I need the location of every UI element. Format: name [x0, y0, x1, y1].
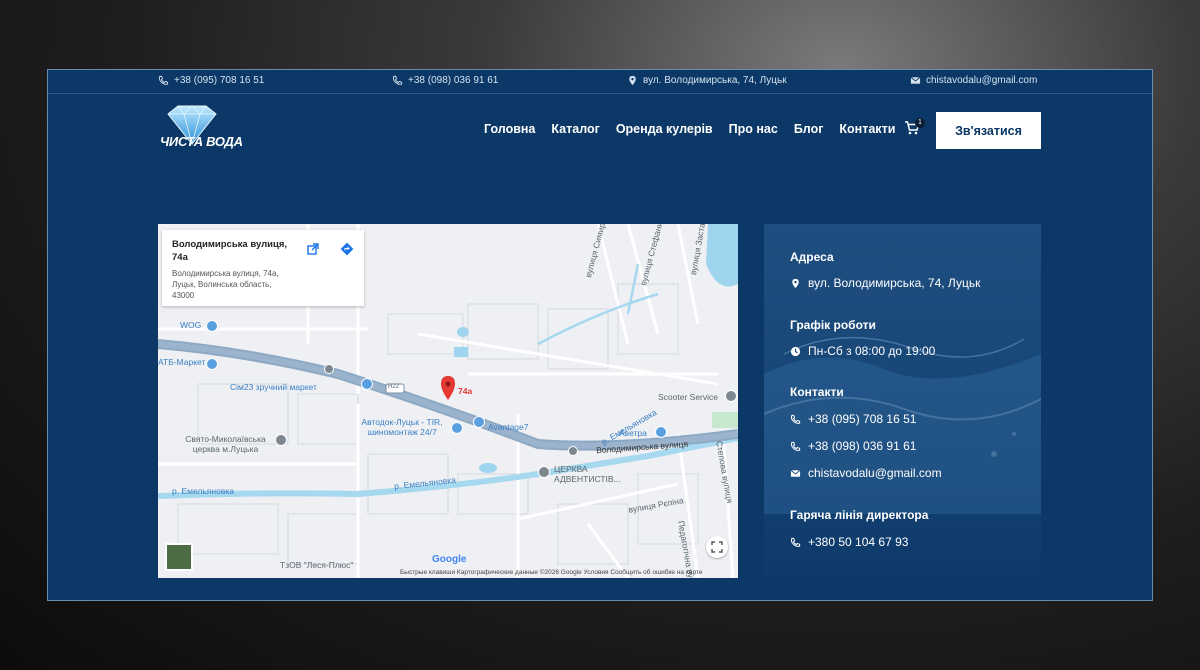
map-label-scooter: Scooter Service [658, 392, 718, 402]
topbar-email-text: chistavodalu@gmail.com [926, 75, 1038, 86]
map-attribution[interactable]: Быстрые клавиши Картографические данные … [400, 569, 702, 576]
google-map[interactable]: WOG АТБ-Маркет Сім23 зручний маркет Авто… [158, 224, 738, 578]
bus-stop-icon[interactable] [324, 364, 334, 374]
map-label-wog: WOG [180, 320, 202, 330]
nav-item-blog[interactable]: Блог [794, 122, 824, 136]
address-text: вул. Володимирська, 74, Луцьк [808, 276, 981, 290]
topbar-email[interactable]: chistavodalu@gmail.com [910, 75, 1037, 86]
phone-icon [158, 75, 169, 86]
hotline-phone-text: +380 50 104 67 93 [808, 535, 909, 549]
nav-item-cooler-rental[interactable]: Оренда кулерів [616, 122, 713, 136]
phone-icon [790, 537, 801, 548]
map-label-avtodok: Автодок-Луцьк - TIR, шиномонтаж 24/7 [361, 417, 443, 437]
service-poi-icon[interactable] [725, 390, 737, 402]
contact-us-button[interactable]: Зв'язатися [936, 112, 1041, 149]
topbar-address-text: вул. Володимирська, 74, Луцьк [643, 75, 787, 86]
shop-poi-icon[interactable] [361, 378, 373, 390]
map-place-title: Володимирська вулиця, 74а [172, 239, 288, 263]
topbar-phone-1[interactable]: +38 (095) 708 16 51 [158, 75, 264, 86]
map-pin-label: 74а [458, 386, 473, 396]
shop-poi-icon[interactable] [206, 358, 218, 370]
location-pin-icon [790, 278, 801, 289]
topbar-address[interactable]: вул. Володимирська, 74, Луцьк [627, 75, 787, 86]
phone-icon [790, 414, 801, 425]
hours-text: Пн-Сб з 08:00 до 19:00 [808, 344, 936, 358]
panel-phone-1[interactable]: +38 (095) 708 16 51 [790, 412, 916, 426]
panel-phone-2[interactable]: +38 (098) 036 91 61 [790, 439, 916, 453]
panel-email-text: chistavodalu@gmail.com [808, 466, 942, 480]
hotline-heading: Гаряча лінія директора [790, 508, 929, 522]
fuel-poi-icon[interactable] [206, 320, 218, 332]
panel-email[interactable]: chistavodalu@gmail.com [790, 466, 942, 480]
envelope-icon [910, 75, 921, 86]
main-nav: Головна Каталог Оренда кулерів Про нас Б… [484, 122, 895, 136]
phone-icon [790, 441, 801, 452]
satellite-toggle[interactable] [165, 543, 193, 571]
panel-phone-1-text: +38 (095) 708 16 51 [808, 412, 917, 426]
fullscreen-icon[interactable] [706, 536, 728, 558]
map-label-tzov: ТзОВ "Леся-Плюс" [280, 560, 354, 570]
map-label-road-code: Н22 [388, 384, 400, 390]
hotline-phone[interactable]: +380 50 104 67 93 [790, 535, 908, 549]
map-label-sim23: Сім23 зручний маркет [230, 382, 317, 392]
hours-row: Пн-Сб з 08:00 до 19:00 [790, 344, 935, 358]
logo-text: ЧИСТА ВОДА [160, 134, 243, 149]
topbar-phone-1-text: +38 (095) 708 16 51 [174, 75, 265, 86]
map-label-river-1: р. Емельяновка [172, 486, 234, 496]
map-place-card: Володимирська вулиця, 74а Володимирська … [162, 230, 364, 306]
open-external-icon[interactable] [306, 242, 320, 256]
car-service-poi-icon[interactable] [451, 422, 463, 434]
address-heading: Адреса [790, 250, 834, 264]
map-label-atb: АТБ-Маркет [158, 357, 206, 367]
map-label-church-1: Свято-Миколаївська церква м.Луцька [185, 434, 266, 454]
contact-info-panel: Адреса вул. Володимирська, 74, Луцьк Гра… [764, 224, 1041, 578]
bus-stop-icon[interactable] [568, 446, 578, 456]
nav-item-about[interactable]: Про нас [729, 122, 778, 136]
topbar-phone-2-text: +38 (098) 036 91 61 [408, 75, 499, 86]
nav-item-home[interactable]: Головна [484, 122, 535, 136]
church-poi-icon[interactable] [538, 466, 550, 478]
directions-icon[interactable] [340, 242, 354, 256]
map-place-address: Володимирська вулиця, 74а, Луцьк, Волинс… [172, 269, 279, 300]
cart-count-badge: 1 [915, 118, 925, 128]
clock-icon [790, 346, 801, 357]
map-pin-marker [441, 376, 455, 400]
google-logo: Google [432, 554, 467, 565]
page-frame: +38 (095) 708 16 51 +38 (098) 036 91 61 … [47, 69, 1153, 601]
envelope-icon [790, 468, 801, 479]
nav-item-contacts[interactable]: Контакти [839, 122, 895, 136]
panel-phone-2-text: +38 (098) 036 91 61 [808, 439, 917, 453]
map-label-avantage: Avantage7 [488, 422, 529, 432]
address-row: вул. Володимирська, 74, Луцьк [790, 276, 980, 290]
hours-heading: Графік роботи [790, 318, 876, 332]
topbar-phone-2[interactable]: +38 (098) 036 91 61 [392, 75, 498, 86]
location-pin-icon [627, 75, 638, 86]
nav-item-catalog[interactable]: Каталог [551, 122, 599, 136]
service-poi-icon[interactable] [473, 416, 485, 428]
contacts-heading: Контакти [790, 385, 844, 399]
map-label-church-2: ЦЕРКВА АДВЕНТИСТІВ... [554, 464, 621, 484]
church-poi-icon[interactable] [275, 434, 287, 446]
top-info-bar: +38 (095) 708 16 51 +38 (098) 036 91 61 … [48, 70, 1152, 94]
shop-poi-icon[interactable] [655, 426, 667, 438]
phone-icon [392, 75, 403, 86]
